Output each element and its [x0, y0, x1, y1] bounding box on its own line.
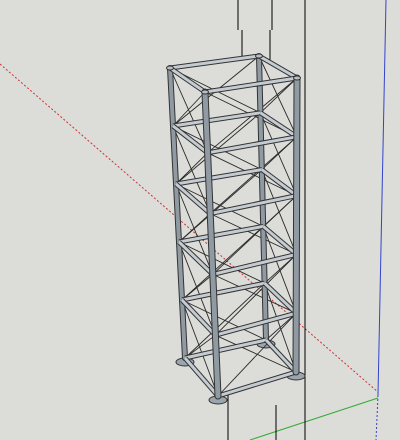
horizontal-ledger — [258, 54, 298, 80]
horizontal-ledger — [264, 338, 298, 374]
modeling-viewport[interactable] — [0, 0, 400, 440]
blue-axis-line — [377, 0, 387, 396]
horizontal-ledger — [181, 281, 265, 302]
scene-canvas[interactable] — [0, 0, 400, 440]
horizontal-ledger — [169, 54, 260, 70]
horizontal-ledger — [172, 124, 209, 154]
post-cap — [166, 65, 174, 71]
horizontal-ledger — [180, 298, 217, 337]
horizontal-ledger — [207, 135, 298, 155]
blue-axis-dashed-line — [375, 394, 379, 440]
horizontal-ledger — [177, 240, 214, 276]
horizontal-ledger — [183, 357, 220, 397]
green-axis-line — [249, 397, 379, 440]
horizontal-ledger — [209, 194, 297, 216]
post-cap — [201, 89, 209, 95]
post-cap — [293, 75, 301, 81]
vertical-post — [168, 66, 187, 360]
post-cap — [255, 53, 263, 59]
horizontal-ledger — [175, 182, 212, 215]
horizontal-ledger — [178, 224, 264, 244]
vertical-post — [293, 75, 300, 375]
scaffold-tower-model[interactable] — [166, 53, 306, 405]
